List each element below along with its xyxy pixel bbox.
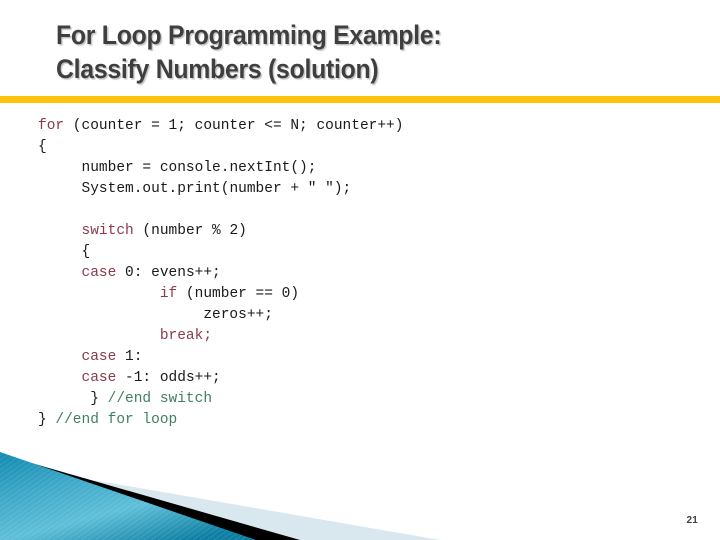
code-line: switch (number % 2) xyxy=(38,221,698,242)
code-keyword: if xyxy=(159,286,178,302)
code-comment: //end switch xyxy=(98,391,213,407)
title-divider-rule xyxy=(0,96,720,103)
code-text: -1: odds++; xyxy=(116,370,221,386)
title-line-1: For Loop Programming Example: xyxy=(56,20,442,50)
code-line: number = console.nextInt(); xyxy=(38,158,698,179)
code-comment: //end for loop xyxy=(46,412,178,428)
black-stripe-wedge xyxy=(0,454,300,540)
code-line: } //end switch xyxy=(38,389,698,410)
code-line: { xyxy=(38,242,698,263)
code-keyword: break; xyxy=(159,328,213,344)
code-keyword: case xyxy=(81,349,117,365)
code-line: } //end for loop xyxy=(38,410,698,431)
code-text: zeros++; xyxy=(203,307,273,323)
code-text: (number % 2) xyxy=(133,223,247,239)
code-text: } xyxy=(90,391,99,407)
code-text: (number == 0) xyxy=(177,286,300,302)
page-title: For Loop Programming Example: Classify N… xyxy=(56,18,676,86)
page-number: 21 xyxy=(686,515,698,526)
title-line-2: Classify Numbers (solution) xyxy=(56,54,379,84)
code-line: System.out.print(number + " "); xyxy=(38,179,698,200)
code-line: case 0: evens++; xyxy=(38,263,698,284)
pale-blue-wedge xyxy=(0,464,440,540)
slide-canvas: For Loop Programming Example: Classify N… xyxy=(0,0,720,540)
code-line: case -1: odds++; xyxy=(38,368,698,389)
code-keyword: switch xyxy=(81,223,134,239)
code-line: case 1: xyxy=(38,347,698,368)
code-line: if (number == 0) xyxy=(38,284,698,305)
code-text: System.out.print(number + " "); xyxy=(81,181,352,197)
code-text: 1: xyxy=(116,349,143,365)
blue-triangle xyxy=(0,452,256,540)
bottom-decoration xyxy=(0,452,440,540)
code-keyword: case xyxy=(81,265,117,281)
code-line: for (counter = 1; counter <= N; counter+… xyxy=(38,116,698,137)
blue-triangle-stripes xyxy=(0,452,256,540)
code-text: (counter = 1; counter <= N; counter++) xyxy=(64,118,404,134)
code-line: break; xyxy=(38,326,698,347)
code-keyword: case xyxy=(81,370,117,386)
code-text: { xyxy=(81,244,91,260)
code-text: number = console.nextInt(); xyxy=(81,160,317,176)
code-line: zeros++; xyxy=(38,305,698,326)
code-text: 0: evens++; xyxy=(116,265,221,281)
code-text: } xyxy=(38,412,47,428)
code-text: { xyxy=(38,139,47,155)
code-keyword: for xyxy=(38,118,65,134)
code-block: for (counter = 1; counter <= N; counter+… xyxy=(38,116,698,431)
code-line: { xyxy=(38,137,698,158)
